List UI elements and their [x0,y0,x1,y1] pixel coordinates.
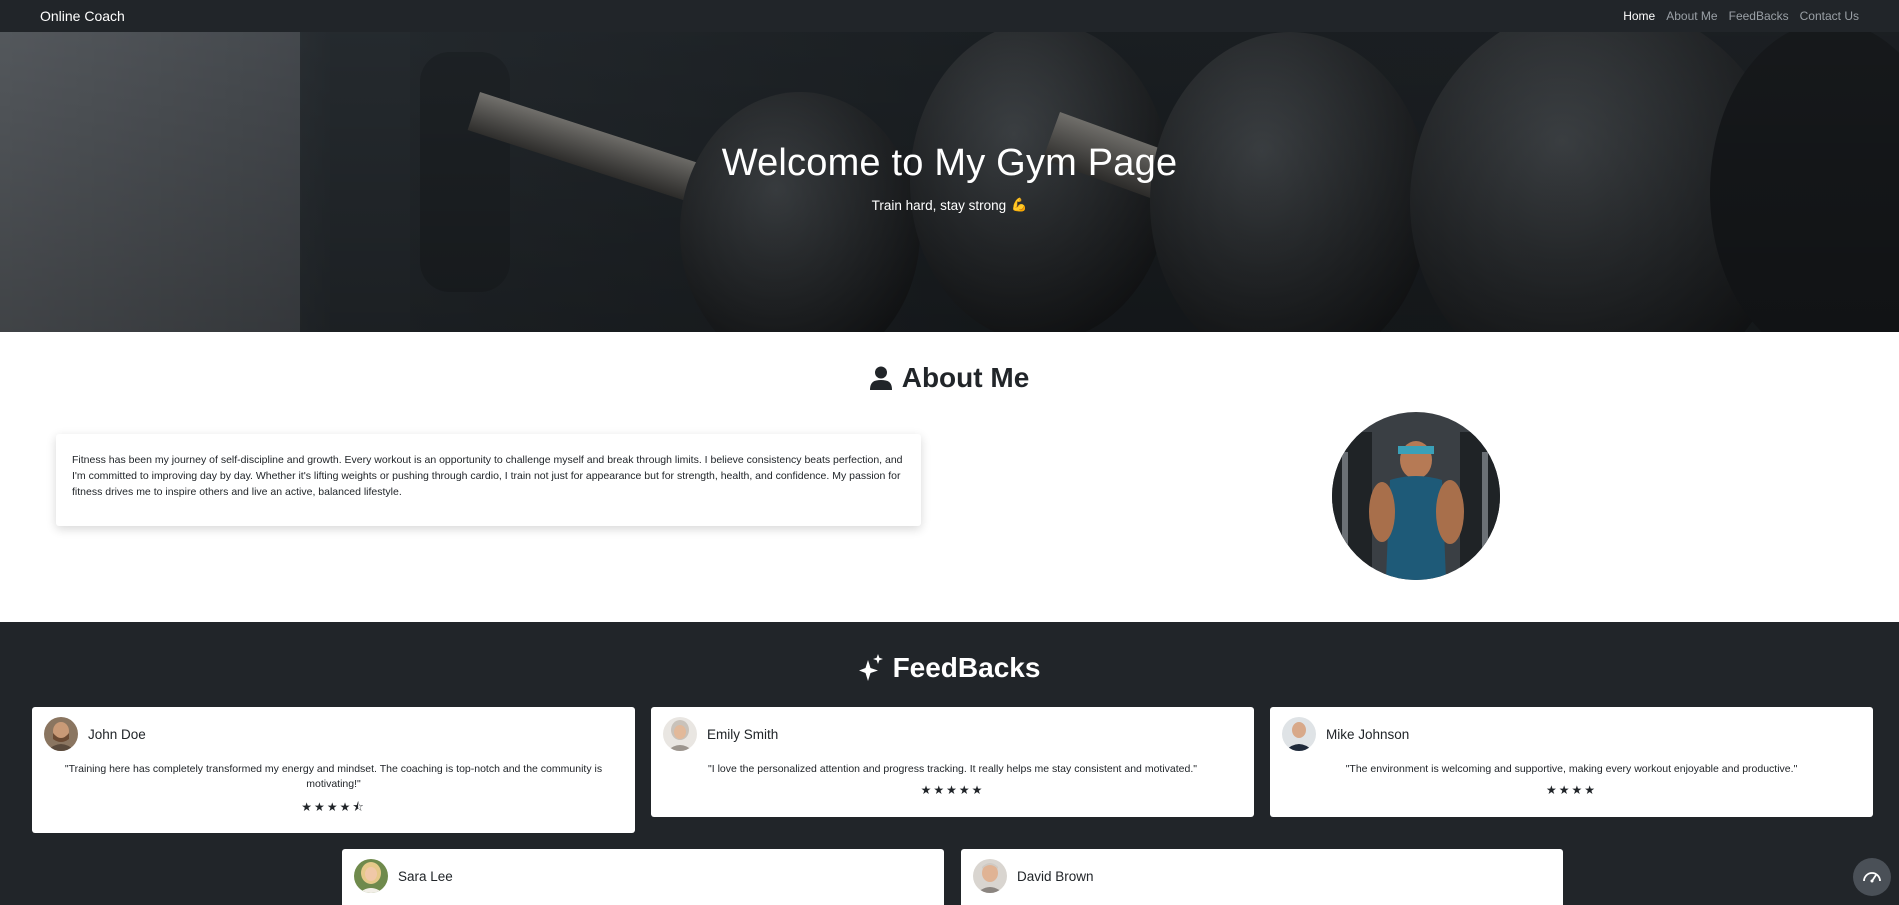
nav-link-about[interactable]: About Me [1666,9,1717,23]
feedback-header: Emily Smith [663,717,1242,751]
gauge-icon [1863,872,1881,883]
about-section: About Me Fitness has been my journey of … [0,332,1899,622]
about-title: About Me [0,362,1899,394]
hero-content: Welcome to My Gym Page Train hard, stay … [0,142,1899,215]
coach-photo [1332,412,1500,580]
nav-link-feedbacks[interactable]: FeedBacks [1729,9,1789,23]
user-icon [869,366,892,390]
feedback-name: Mike Johnson [1326,726,1410,742]
avatar [1282,717,1316,751]
avatar [354,859,388,893]
hero-title: Welcome to My Gym Page [721,142,1178,184]
feedback-header: Mike Johnson [1282,717,1861,751]
feedbacks-title-text: FeedBacks [892,652,1041,683]
feedback-card: Emily Smith "I love the personalized att… [651,707,1254,817]
feedback-header: David Brown [973,859,1551,893]
star-rating: ★★★★★ [920,783,985,797]
sparkles-icon [858,654,883,681]
feedback-text: "The environment is welcoming and suppor… [1345,763,1798,775]
feedback-name: Emily Smith [707,726,779,742]
hero-subtitle-row: Train hard, stay strong 💪 [872,197,1028,213]
nav-links: Home About Me FeedBacks Contact Us [1623,9,1859,23]
feedback-name: David Brown [1017,868,1094,884]
feedback-header: John Doe [44,717,623,751]
avatar [44,717,78,751]
about-card: Fitness has been my journey of self-disc… [56,434,921,526]
avatar [663,717,697,751]
nav-link-contact[interactable]: Contact Us [1800,9,1859,23]
feedback-name: Sara Lee [398,868,453,884]
feedback-card: David Brown [961,849,1563,905]
feedback-text: "I love the personalized attention and p… [708,763,1197,775]
feedbacks-section: FeedBacks John Doe "Training here has co… [0,622,1899,905]
nav-link-home[interactable]: Home [1623,9,1655,23]
hero-section: Welcome to My Gym Page Train hard, stay … [0,32,1899,332]
feedbacks-title: FeedBacks [0,652,1899,684]
hero-subtitle: Train hard, stay strong [871,197,1007,213]
feedback-card: Mike Johnson "The environment is welcomi… [1270,707,1873,817]
flexed-biceps-icon: 💪 [1011,197,1028,212]
coach-avatar [1332,412,1500,580]
about-title-text: About Me [901,362,1030,393]
star-rating: ★★★★⯪ [301,800,366,814]
feedback-header: Sara Lee [354,859,932,893]
about-text: Fitness has been my journey of self-disc… [72,454,903,498]
assistant-button[interactable] [1853,858,1891,896]
feedback-card: John Doe "Training here has completely t… [32,707,635,833]
feedback-text: "Training here has completely transforme… [64,763,603,790]
feedback-card: Sara Lee [342,849,944,905]
star-rating: ★★★★ [1545,783,1598,797]
avatar [973,859,1007,893]
feedback-name: John Doe [88,726,146,742]
brand-logo-text[interactable]: Online Coach [40,8,125,24]
navbar: Online Coach Home About Me FeedBacks Con… [0,0,1899,32]
